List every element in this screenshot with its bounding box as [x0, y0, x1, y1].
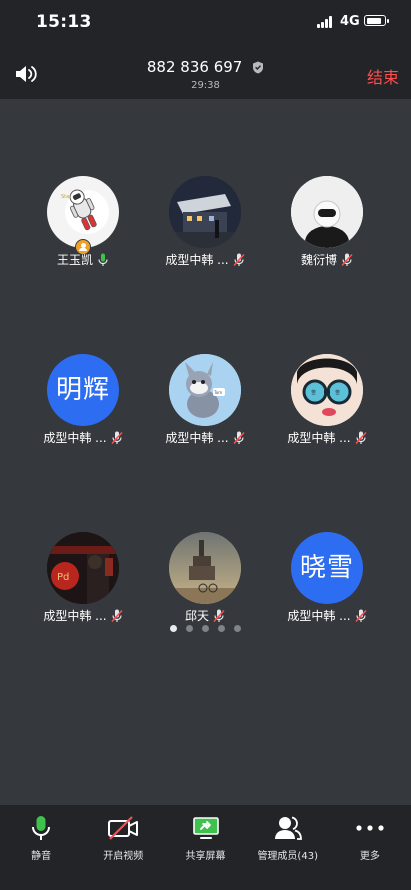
participant-name-row: 邱天 — [145, 607, 265, 624]
participant-name-row: 成型中韩 ... — [23, 607, 143, 624]
avatar: Star — [47, 176, 119, 248]
end-meeting-button[interactable]: 结束 — [367, 64, 399, 88]
mic-icon — [32, 816, 51, 840]
mic-muted-icon — [355, 609, 367, 622]
mic-muted-icon — [111, 609, 123, 622]
status-bar: 15:13 4G — [0, 0, 411, 46]
participant-name-row: 王玉凯 — [23, 251, 143, 268]
participant-name: 王玉凯 — [56, 253, 93, 267]
participant-name-row: 成型中韩 ... — [23, 429, 143, 446]
mic-muted-icon — [213, 609, 225, 622]
meeting-id[interactable]: 882 836 697 — [0, 58, 411, 76]
share-screen-label: 共享屏幕 — [185, 851, 226, 862]
signal-icon — [317, 16, 335, 28]
status-time: 15:13 — [36, 12, 92, 32]
network-type: 4G — [340, 14, 360, 29]
meeting-toolbar: 静音 开启视频 共享屏幕 管理成员(43) 更多 — [0, 805, 411, 890]
participant-grid: Star 王玉凯 成型中韩 ... 魏衍博 明辉 成型中韩 ... Tom 成型… — [0, 99, 411, 805]
mic-muted-icon — [355, 431, 367, 444]
mic-muted-icon — [341, 253, 353, 266]
page-dot[interactable] — [186, 625, 193, 632]
mic-muted-icon — [111, 431, 123, 444]
meeting-id-text: 882 836 697 — [146, 58, 243, 76]
svg-text:苦: 苦 — [335, 389, 340, 396]
avatar — [169, 176, 241, 248]
participant-name-row: 成型中韩 ... — [145, 251, 265, 268]
participant-name: 成型中韩 ... — [43, 609, 107, 623]
avatar: 晓雪 — [291, 532, 363, 604]
manage-members-label: 管理成员(43) — [257, 851, 318, 862]
svg-text:Star: Star — [61, 194, 72, 200]
participant-name-row: 成型中韩 ... — [267, 429, 387, 446]
video-off-icon — [108, 816, 139, 840]
page-dot[interactable] — [170, 625, 177, 632]
share-screen-icon — [192, 817, 219, 839]
page-indicator[interactable] — [0, 625, 411, 632]
svg-text:Tom: Tom — [213, 390, 222, 395]
more-button[interactable]: 更多 — [329, 805, 411, 890]
mute-button[interactable]: 静音 — [0, 805, 82, 890]
avatar: Tom — [169, 354, 241, 426]
start-video-label: 开启视频 — [103, 851, 144, 862]
avatar — [169, 532, 241, 604]
mute-label: 静音 — [31, 851, 52, 862]
page-dot[interactable] — [218, 625, 225, 632]
participant-name: 邱天 — [184, 609, 209, 623]
participant-name-row: 成型中韩 ... — [267, 607, 387, 624]
participant-name: 成型中韩 ... — [43, 431, 107, 445]
mic-muted-icon — [233, 253, 245, 266]
shield-icon — [253, 61, 264, 74]
participant-name: 成型中韩 ... — [165, 431, 229, 445]
battery-icon — [364, 15, 389, 26]
manage-members-button[interactable]: 管理成员(43) — [247, 805, 329, 890]
avatar: Pd — [47, 532, 119, 604]
svg-text:Pd: Pd — [57, 572, 69, 583]
meeting-duration: 29:38 — [191, 80, 220, 91]
mic-on-icon — [98, 253, 108, 266]
avatar — [291, 176, 363, 248]
participant-name: 魏衍博 — [300, 253, 337, 267]
share-screen-button[interactable]: 共享屏幕 — [164, 805, 246, 890]
participant-name: 成型中韩 ... — [287, 609, 351, 623]
participant-name-row: 成型中韩 ... — [145, 429, 265, 446]
avatar: 苦 苦 — [291, 354, 363, 426]
svg-text:苦: 苦 — [311, 389, 316, 396]
avatar: 明辉 — [47, 354, 119, 426]
meeting-header: 882 836 697 29:38 结束 — [0, 46, 411, 99]
page-dot[interactable] — [234, 625, 241, 632]
page-dot[interactable] — [202, 625, 209, 632]
members-icon — [274, 816, 302, 840]
participant-name: 成型中韩 ... — [287, 431, 351, 445]
more-icon — [356, 825, 384, 831]
start-video-button[interactable]: 开启视频 — [82, 805, 164, 890]
mic-muted-icon — [233, 431, 245, 444]
participant-name: 成型中韩 ... — [165, 253, 229, 267]
more-label: 更多 — [359, 851, 380, 862]
participant-name-row: 魏衍博 — [267, 251, 387, 268]
